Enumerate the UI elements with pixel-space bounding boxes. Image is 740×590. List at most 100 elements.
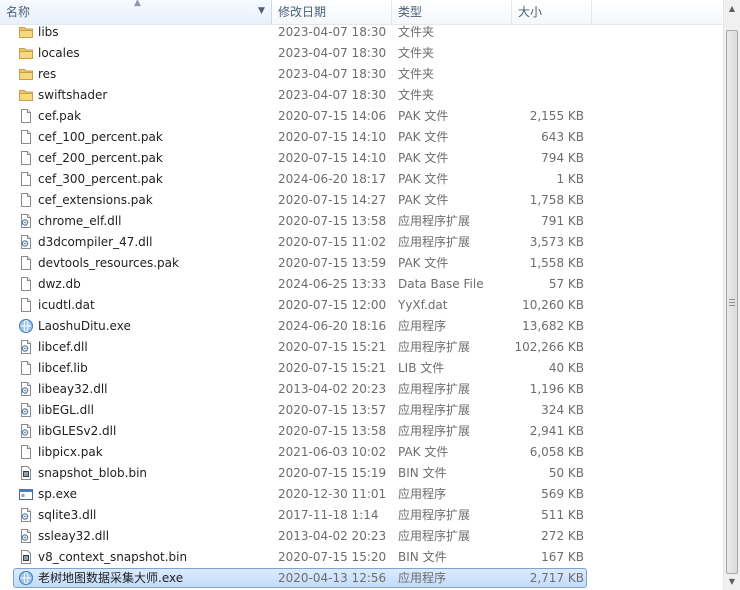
file-row[interactable]: ssleay32.dll 2013-04-02 20:23 应用程序扩展 272 KB bbox=[0, 526, 600, 547]
globe-app-icon bbox=[18, 570, 34, 586]
file-row[interactable]: libEGL.dll 2020-07-15 13:57 应用程序扩展 324 KB bbox=[0, 400, 600, 421]
file-row[interactable]: icudtl.dat 2020-07-15 12:00 YyXf.dat 10,260… bbox=[0, 295, 600, 316]
column-header-date[interactable]: 修改日期 bbox=[272, 0, 392, 24]
file-size: 1,758 KB bbox=[529, 193, 584, 207]
scroll-grip-line bbox=[729, 305, 735, 306]
file-row[interactable]: devtools_resources.pak 2020-07-15 13:59 PA… bbox=[0, 253, 600, 274]
column-header-type[interactable]: 类型 bbox=[392, 0, 512, 24]
file-name: libeay32.dll bbox=[38, 382, 108, 396]
file-name: cef_100_percent.pak bbox=[38, 130, 163, 144]
file-row[interactable]: d3dcompiler_47.dll 2020-07-15 11:02 应用程序扩展… bbox=[0, 232, 600, 253]
column-header-name[interactable]: 名称 ▲ ▼ bbox=[0, 0, 272, 24]
file-row[interactable]: 老树地图数据采集大师.exe 2020-04-13 12:56 应用程序 2,717 … bbox=[0, 568, 600, 589]
file-row[interactable]: dwz.db 2024-06-25 13:33 Data Base File 57 K… bbox=[0, 274, 600, 295]
file-row[interactable]: libpicx.pak 2021-06-03 10:02 PAK 文件 6,058 K… bbox=[0, 442, 600, 463]
file-name: ssleay32.dll bbox=[38, 529, 110, 543]
file-type: PAK 文件 bbox=[398, 193, 449, 207]
file-size: 794 KB bbox=[541, 151, 584, 165]
file-size bbox=[512, 64, 584, 85]
file-date: 2020-07-15 12:00 bbox=[278, 298, 387, 312]
file-date: 2020-07-15 14:10 bbox=[278, 151, 387, 165]
file-row[interactable]: v8_context_snapshot.bin 2020-07-15 15:20 B… bbox=[0, 547, 600, 568]
file-row[interactable]: libeay32.dll 2013-04-02 20:23 应用程序扩展 1,196 … bbox=[0, 379, 600, 400]
file-date: 2023-04-07 18:30 bbox=[278, 46, 387, 60]
file-type: PAK 文件 bbox=[398, 445, 449, 459]
file-type: PAK 文件 bbox=[398, 172, 449, 186]
file-size: 511 KB bbox=[541, 508, 584, 522]
file-type: PAK 文件 bbox=[398, 151, 449, 165]
file-row[interactable]: locales 2023-04-07 18:30 文件夹 bbox=[0, 43, 600, 64]
file-icon bbox=[18, 255, 34, 271]
file-date: 2013-04-02 20:23 bbox=[278, 382, 387, 396]
file-name: swiftshader bbox=[38, 88, 108, 102]
bin-icon bbox=[18, 465, 34, 481]
scroll-grip-line bbox=[729, 302, 735, 303]
file-type: PAK 文件 bbox=[398, 109, 449, 123]
chevron-down-icon[interactable]: ▼ bbox=[258, 6, 265, 16]
column-header-size[interactable]: 大小 bbox=[512, 0, 592, 24]
file-row[interactable]: cef_200_percent.pak 2020-07-15 14:10 PAK 文… bbox=[0, 148, 600, 169]
file-row[interactable]: res 2023-04-07 18:30 文件夹 bbox=[0, 64, 600, 85]
file-size: 50 KB bbox=[548, 466, 584, 480]
scroll-thumb[interactable] bbox=[726, 30, 738, 574]
file-row[interactable]: cef_extensions.pak 2020-07-15 14:27 PAK 文件… bbox=[0, 190, 600, 211]
file-row[interactable]: cef.pak 2020-07-15 14:06 PAK 文件 2,155 KB bbox=[0, 106, 600, 127]
file-size bbox=[512, 85, 584, 106]
file-date: 2023-04-07 18:30 bbox=[278, 67, 387, 81]
file-icon bbox=[18, 297, 34, 313]
file-row[interactable]: libGLESv2.dll 2020-07-15 13:58 应用程序扩展 2,941… bbox=[0, 421, 600, 442]
file-icon bbox=[18, 171, 34, 187]
column-header-type-label: 类型 bbox=[398, 5, 423, 19]
file-type: Data Base File bbox=[398, 277, 484, 291]
file-date: 2017-11-18 1:14 bbox=[278, 508, 379, 522]
file-date: 2023-04-07 18:30 bbox=[278, 25, 387, 39]
file-date: 2013-04-02 20:23 bbox=[278, 529, 387, 543]
file-date: 2020-07-15 13:59 bbox=[278, 256, 387, 270]
file-name: libs bbox=[38, 25, 59, 39]
file-row[interactable]: snapshot_blob.bin 2020-07-15 15:19 BIN 文件 5… bbox=[0, 463, 600, 484]
file-size: 10,260 KB bbox=[522, 298, 584, 312]
file-name: snapshot_blob.bin bbox=[38, 466, 148, 480]
file-type: 文件夹 bbox=[398, 25, 435, 39]
file-name: locales bbox=[38, 46, 80, 60]
file-row[interactable]: libcef.dll 2020-07-15 15:21 应用程序扩展 102,266 … bbox=[0, 337, 600, 358]
file-size: 40 KB bbox=[548, 361, 584, 375]
file-size: 272 KB bbox=[541, 529, 584, 543]
folder-icon bbox=[18, 87, 34, 103]
file-size: 643 KB bbox=[541, 130, 584, 144]
file-date: 2020-07-15 13:58 bbox=[278, 214, 387, 228]
column-header-size-label: 大小 bbox=[518, 5, 543, 19]
sort-ascending-icon: ▲ bbox=[134, 0, 141, 8]
exe-window-icon bbox=[18, 486, 34, 502]
file-icon bbox=[18, 276, 34, 292]
file-name: libGLESv2.dll bbox=[38, 424, 117, 438]
file-row[interactable]: swiftshader 2023-04-07 18:30 文件夹 bbox=[0, 85, 600, 106]
file-icon bbox=[18, 192, 34, 208]
scroll-up-button[interactable]: ▲ bbox=[724, 0, 740, 17]
file-size bbox=[512, 43, 584, 64]
file-date: 2020-07-15 13:58 bbox=[278, 424, 387, 438]
scroll-down-button[interactable]: ▼ bbox=[724, 573, 740, 590]
column-header-date-label: 修改日期 bbox=[278, 5, 327, 19]
file-name: libEGL.dll bbox=[38, 403, 94, 417]
dll-icon bbox=[18, 423, 34, 439]
file-row[interactable]: sp.exe 2020-12-30 11:01 应用程序 569 KB bbox=[0, 484, 600, 505]
file-row[interactable]: cef_300_percent.pak 2024-06-20 18:17 PAK 文… bbox=[0, 169, 600, 190]
file-row[interactable]: chrome_elf.dll 2020-07-15 13:58 应用程序扩展 791 … bbox=[0, 211, 600, 232]
file-type: BIN 文件 bbox=[398, 466, 447, 480]
file-row[interactable]: libcef.lib 2020-07-15 15:21 LIB 文件 40 KB bbox=[0, 358, 600, 379]
file-date: 2020-07-15 15:21 bbox=[278, 340, 387, 354]
file-row[interactable]: LaoshuDitu.exe 2024-06-20 18:16 应用程序 13,682… bbox=[0, 316, 600, 337]
file-list-view: 名称 ▲ ▼ 修改日期 类型 大小 libs 2023-04-07 18:30 文件… bbox=[0, 0, 722, 590]
file-row[interactable]: cef_100_percent.pak 2020-07-15 14:10 PAK 文… bbox=[0, 127, 600, 148]
file-icon bbox=[18, 129, 34, 145]
file-name: libcef.dll bbox=[38, 340, 88, 354]
vertical-scrollbar[interactable]: ▲ ▼ bbox=[723, 0, 740, 590]
file-date: 2020-07-15 11:02 bbox=[278, 235, 387, 249]
file-row[interactable]: sqlite3.dll 2017-11-18 1:14 应用程序扩展 511 KB bbox=[0, 505, 600, 526]
file-name: libcef.lib bbox=[38, 361, 88, 375]
file-row[interactable]: libs 2023-04-07 18:30 文件夹 bbox=[0, 22, 600, 43]
file-name: cef_200_percent.pak bbox=[38, 151, 163, 165]
file-type: 文件夹 bbox=[398, 88, 435, 102]
file-date: 2024-06-25 13:33 bbox=[278, 277, 387, 291]
